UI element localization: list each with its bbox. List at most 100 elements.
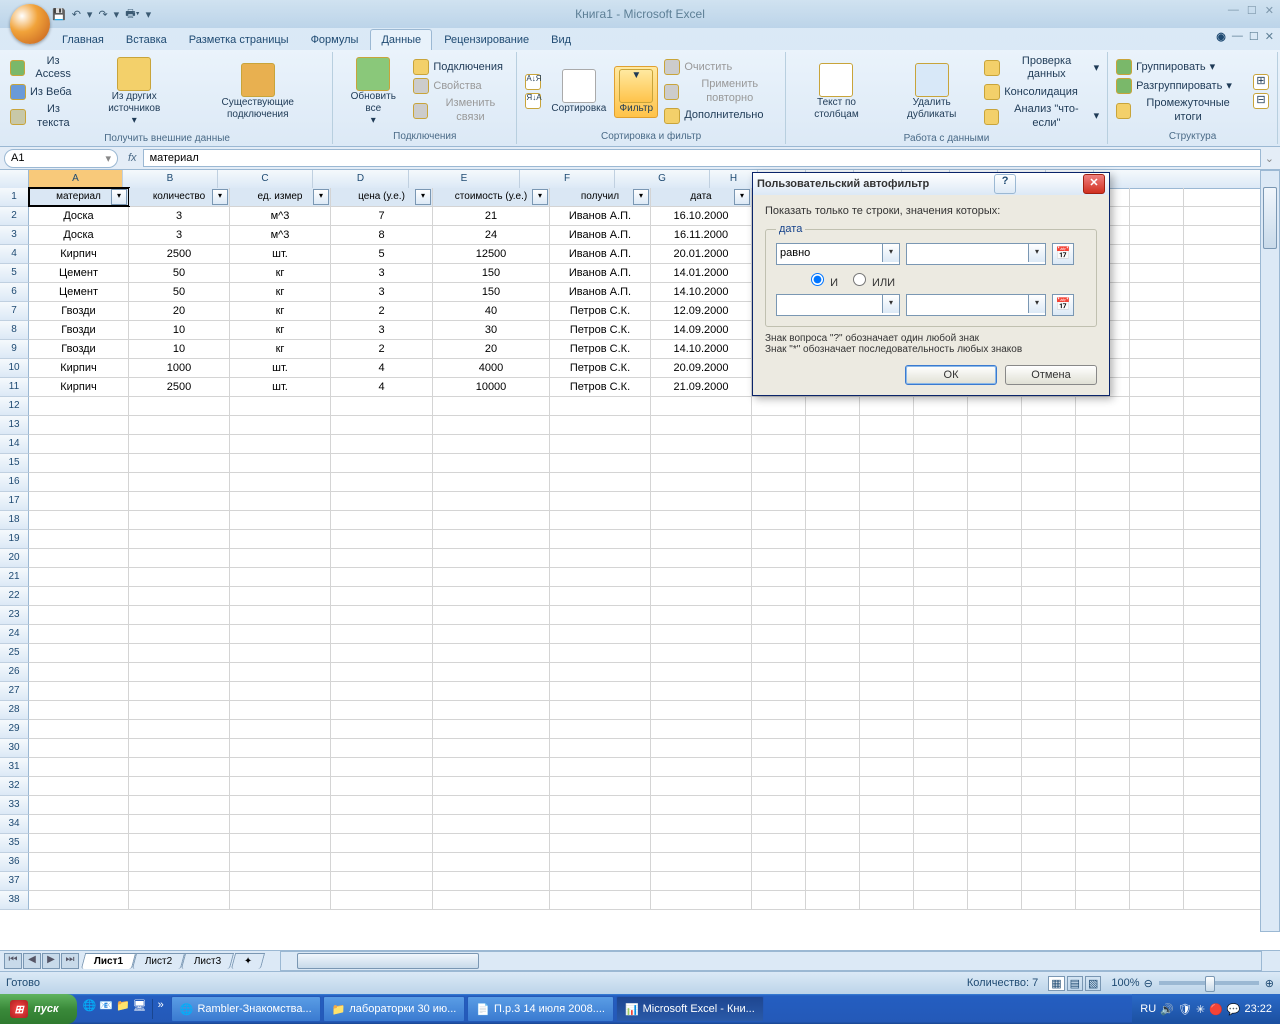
- cell[interactable]: дата▾: [651, 188, 752, 206]
- tray-lang[interactable]: RU: [1140, 1003, 1156, 1015]
- dialog-help-icon[interactable]: ?: [994, 174, 1016, 194]
- cell[interactable]: [550, 511, 651, 529]
- cell[interactable]: [433, 720, 550, 738]
- cell[interactable]: [550, 397, 651, 415]
- cell[interactable]: [860, 435, 914, 453]
- col-header-F[interactable]: F: [520, 170, 615, 188]
- row-header[interactable]: 20: [0, 549, 29, 568]
- cell[interactable]: [752, 644, 806, 662]
- cell[interactable]: [860, 720, 914, 738]
- cell[interactable]: [1076, 891, 1130, 909]
- cell[interactable]: [752, 777, 806, 795]
- cell[interactable]: [433, 796, 550, 814]
- filter-dropdown-icon[interactable]: ▾: [415, 189, 431, 205]
- cell[interactable]: [331, 625, 433, 643]
- cell[interactable]: [752, 492, 806, 510]
- cell[interactable]: [651, 701, 752, 719]
- cell[interactable]: [29, 511, 129, 529]
- ql-icon[interactable]: 📧: [99, 999, 113, 1019]
- ok-button[interactable]: ОК: [905, 365, 997, 385]
- cell[interactable]: 5: [331, 245, 433, 263]
- tray-icon[interactable]: ✳: [1196, 1003, 1205, 1016]
- cell[interactable]: Петров С.К.: [550, 359, 651, 377]
- cell[interactable]: [433, 834, 550, 852]
- cell[interactable]: [914, 739, 968, 757]
- cell[interactable]: [806, 473, 860, 491]
- cell[interactable]: [968, 568, 1022, 586]
- cell[interactable]: [1130, 511, 1184, 529]
- cell[interactable]: [29, 663, 129, 681]
- cell[interactable]: [29, 644, 129, 662]
- cell[interactable]: [968, 416, 1022, 434]
- cell[interactable]: [433, 739, 550, 757]
- cell[interactable]: [29, 625, 129, 643]
- cell[interactable]: [651, 530, 752, 548]
- cell[interactable]: [230, 644, 331, 662]
- cell[interactable]: [1130, 321, 1184, 339]
- cell[interactable]: [752, 473, 806, 491]
- cell[interactable]: [1022, 720, 1076, 738]
- cell[interactable]: [914, 473, 968, 491]
- cell[interactable]: [1130, 682, 1184, 700]
- new-sheet-button[interactable]: ✦: [231, 953, 266, 969]
- cell[interactable]: 3: [331, 321, 433, 339]
- cell[interactable]: [860, 739, 914, 757]
- office-button[interactable]: [10, 4, 50, 44]
- cell[interactable]: [968, 739, 1022, 757]
- cell[interactable]: [1076, 606, 1130, 624]
- sort-desc[interactable]: Я↓А: [523, 92, 543, 110]
- cell[interactable]: [860, 758, 914, 776]
- cell[interactable]: [230, 663, 331, 681]
- cell[interactable]: [968, 834, 1022, 852]
- row-header[interactable]: 3: [0, 226, 29, 245]
- cell[interactable]: [914, 796, 968, 814]
- cell[interactable]: [1076, 682, 1130, 700]
- cell[interactable]: [1022, 606, 1076, 624]
- row-header[interactable]: 23: [0, 606, 29, 625]
- radio-and[interactable]: И: [806, 270, 838, 289]
- cell[interactable]: [1130, 606, 1184, 624]
- sheet-tab-1[interactable]: Лист1: [81, 953, 136, 969]
- row-header[interactable]: 34: [0, 815, 29, 834]
- cell[interactable]: [129, 549, 230, 567]
- cell[interactable]: [651, 834, 752, 852]
- cell[interactable]: [550, 644, 651, 662]
- group-rows[interactable]: Группировать▾: [1114, 58, 1243, 76]
- cell[interactable]: 10000: [433, 378, 550, 396]
- cell[interactable]: [1130, 492, 1184, 510]
- data-validation[interactable]: Проверка данных▾: [982, 54, 1101, 82]
- cell[interactable]: [1130, 701, 1184, 719]
- sheet-nav-first[interactable]: ⏮: [4, 953, 22, 969]
- cell[interactable]: [1022, 625, 1076, 643]
- row-header[interactable]: 26: [0, 663, 29, 682]
- cell[interactable]: 3: [331, 283, 433, 301]
- cell[interactable]: [968, 796, 1022, 814]
- cell[interactable]: [129, 587, 230, 605]
- cell[interactable]: [331, 644, 433, 662]
- cell[interactable]: [331, 853, 433, 871]
- row-header[interactable]: 33: [0, 796, 29, 815]
- select-all-corner[interactable]: [0, 170, 29, 188]
- view-layout-icon[interactable]: ▤: [1067, 976, 1083, 991]
- cell[interactable]: [1022, 511, 1076, 529]
- cell[interactable]: [1130, 796, 1184, 814]
- row-header[interactable]: 17: [0, 492, 29, 511]
- existing-conn[interactable]: Существующие подключения: [189, 61, 326, 123]
- cell[interactable]: [651, 777, 752, 795]
- cell[interactable]: [1076, 454, 1130, 472]
- cell[interactable]: [651, 511, 752, 529]
- cell[interactable]: [1076, 473, 1130, 491]
- subtotal[interactable]: Промежуточные итоги: [1114, 96, 1243, 124]
- cell[interactable]: [651, 549, 752, 567]
- cell[interactable]: [433, 853, 550, 871]
- consolidate[interactable]: Консолидация: [982, 83, 1101, 101]
- row-header[interactable]: 12: [0, 397, 29, 416]
- qat-save[interactable]: 💾: [52, 8, 66, 21]
- row-header[interactable]: 21: [0, 568, 29, 587]
- cell[interactable]: 8: [331, 226, 433, 244]
- cell[interactable]: 21: [433, 207, 550, 225]
- cell[interactable]: [29, 587, 129, 605]
- cell[interactable]: [914, 720, 968, 738]
- cell[interactable]: [550, 739, 651, 757]
- cell[interactable]: [230, 853, 331, 871]
